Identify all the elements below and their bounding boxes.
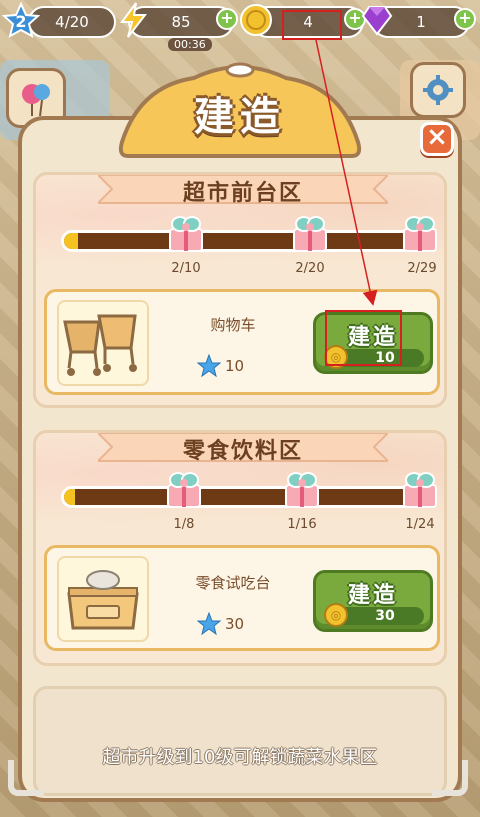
gift-box-icon[interactable] [398,211,442,255]
locked-zone-section: 超市升级到10级可解锁蔬菜水果区 [33,686,447,796]
zone-name: 零食饮料区 [182,439,303,464]
energy-value: 85 [171,13,191,31]
gem-value: 1 [416,13,426,31]
scene-corner-frame [8,760,44,796]
close-button[interactable]: × [420,122,454,156]
build-button[interactable]: 建造 30 ◎ [313,570,433,632]
milestone-label: 1/8 [173,517,195,532]
energy-timer: 00:36 [168,38,212,51]
zone-progress-bar [61,486,421,508]
item-thumbnail [57,300,149,386]
star-icon [197,354,221,378]
lightning-icon [120,2,148,38]
item-star-reward: 30 [197,612,244,636]
item-star-value: 30 [225,615,245,633]
item-star-value: 10 [225,357,245,375]
milestone-label: 1/16 [287,517,317,532]
milestone-label: 2/20 [295,261,325,276]
scene-corner-frame [432,760,468,796]
zone-progress-fill [64,233,79,249]
item-thumbnail [57,556,149,642]
gear-icon [423,75,453,105]
gift-box-icon[interactable] [280,467,324,511]
level-number: 2 [15,11,27,31]
item-name: 购物车 [210,316,256,334]
star-icon [197,612,221,636]
add-energy-button[interactable]: + [216,8,238,30]
milestone-label: 2/29 [407,261,437,276]
zone-section-front-desk: 超市前台区 2/10 2/20 2/29 购物车 10 建造 10 ◎ [33,172,447,408]
unlock-requirement-text: 超市升级到10级可解锁蔬菜水果区 [102,747,378,768]
gift-box-icon[interactable] [288,211,332,255]
zone-progress-bar [61,230,421,252]
level-stars-counter: 4/20 [28,6,116,38]
coin-icon: ◎ [324,603,348,627]
build-item-card: 零食试吃台 30 建造 30 ◎ [44,545,440,651]
gift-box-icon[interactable] [398,467,442,511]
zone-progress-fill [64,489,75,505]
gift-box-icon[interactable] [164,211,208,255]
gift-box-icon[interactable] [162,467,206,511]
level-badge: 2 [2,2,40,40]
stars-count: 4/20 [55,13,89,31]
item-name: 零食试吃台 [195,574,271,592]
item-star-reward: 10 [197,354,244,378]
add-gems-button[interactable]: + [454,8,476,30]
coin-icon [240,4,272,36]
tasting-table-icon [67,570,139,630]
milestone-label: 2/10 [171,261,201,276]
zone-section-snacks: 零食饮料区 1/8 1/16 1/24 零食试吃台 30 建造 30 ◎ [33,430,447,666]
shopping-cart-icon [63,314,137,376]
annotation-highlight-coins [282,10,342,40]
milestone-label: 1/24 [405,517,435,532]
zone-name: 超市前台区 [182,181,303,206]
balloon-icon [22,84,50,117]
annotation-highlight-build-cost [325,310,402,366]
settings-button[interactable] [410,62,466,118]
dialog-title: 建造 [194,94,286,140]
gem-icon [361,6,393,36]
